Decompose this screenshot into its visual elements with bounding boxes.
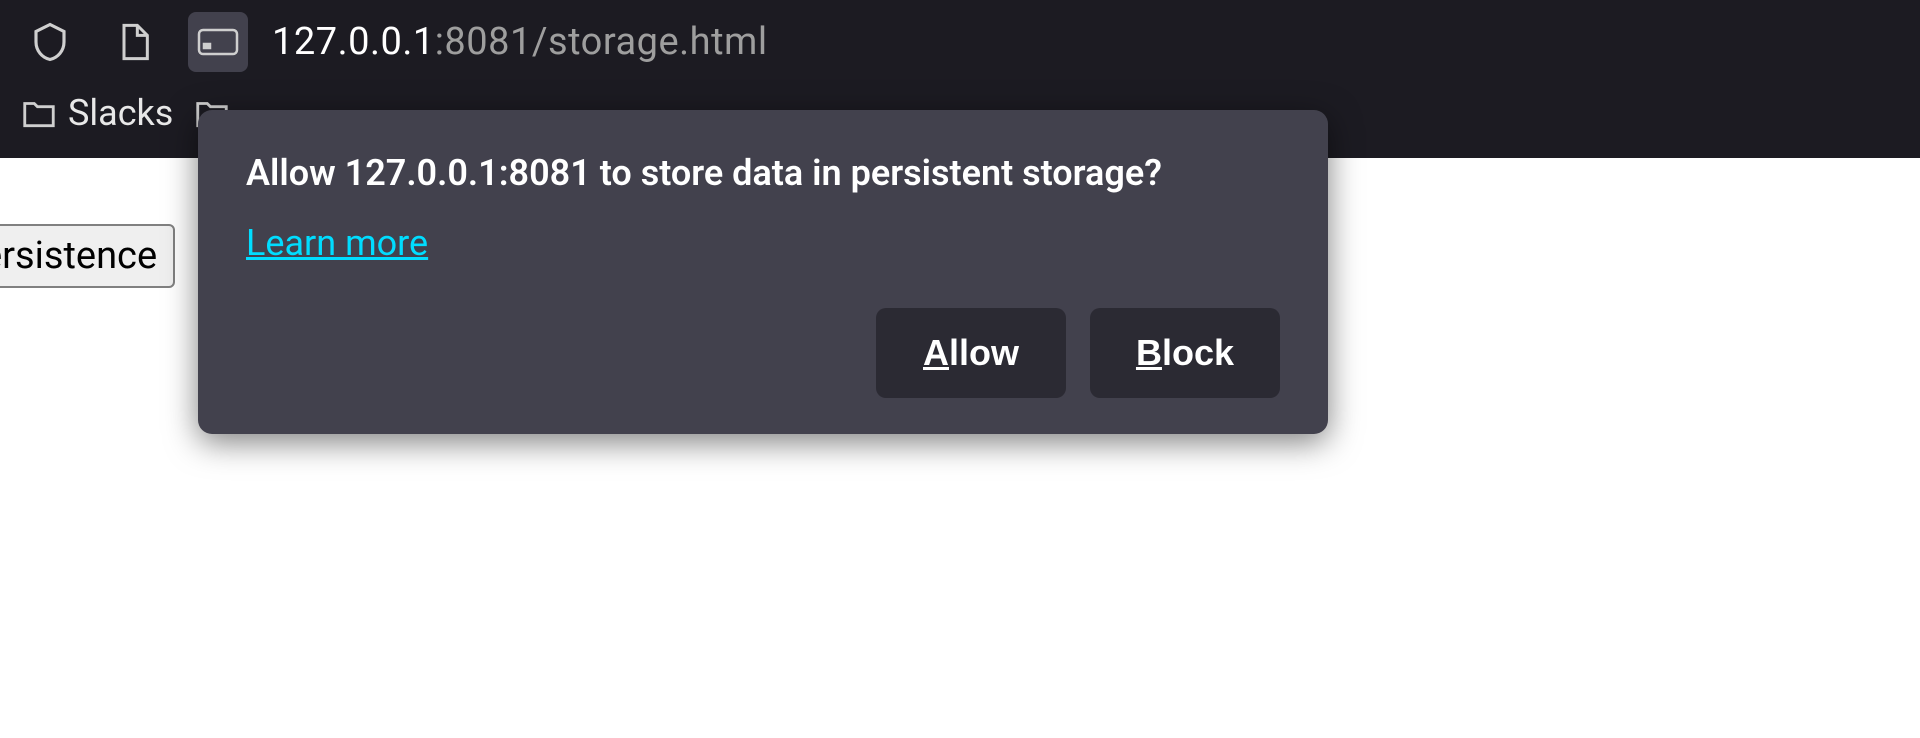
block-button-rest: lock <box>1162 332 1234 373</box>
popup-title: Allow 127.0.0.1:8081 to store data in pe… <box>246 152 1280 194</box>
url-path: :8081/storage.html <box>435 20 768 64</box>
url-host: 127.0.0.1 <box>272 20 435 64</box>
browser-toolbar: 127.0.0.1:8081/storage.html <box>0 0 1920 84</box>
folder-icon <box>20 94 58 132</box>
block-button[interactable]: Block <box>1090 308 1280 398</box>
learn-more-link[interactable]: Learn more <box>246 222 428 264</box>
permission-indicator-icon[interactable] <box>188 12 248 72</box>
persistence-button[interactable]: ersistence <box>0 224 175 288</box>
shield-icon[interactable] <box>20 12 80 72</box>
popup-actions: Allow Block <box>246 308 1280 398</box>
block-button-accel: B <box>1136 332 1162 373</box>
address-bar-url[interactable]: 127.0.0.1:8081/storage.html <box>272 20 768 64</box>
allow-button-rest: llow <box>949 332 1019 373</box>
document-icon[interactable] <box>104 12 164 72</box>
permission-popup: Allow 127.0.0.1:8081 to store data in pe… <box>198 110 1328 434</box>
bookmark-item-slacks[interactable]: Slacks <box>20 92 173 134</box>
allow-button-accel: A <box>923 332 949 373</box>
bookmark-label: Slacks <box>68 92 173 134</box>
allow-button[interactable]: Allow <box>876 308 1066 398</box>
